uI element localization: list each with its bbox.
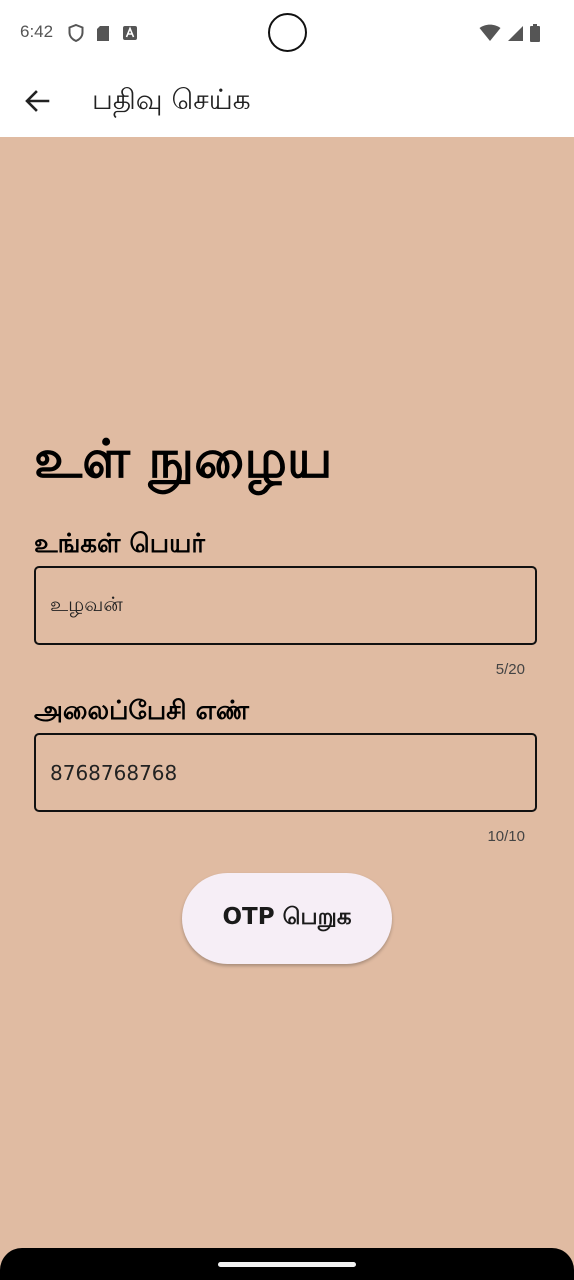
arrow-left-icon — [25, 90, 50, 112]
phone-field[interactable] — [34, 733, 537, 812]
back-button[interactable] — [18, 82, 56, 120]
home-gesture-handle[interactable] — [218, 1262, 356, 1267]
a-badge-icon — [122, 25, 138, 45]
status-time: 6:42 — [20, 22, 54, 41]
phone-label: அலைப்பேசி எண் — [34, 696, 250, 726]
login-heading: உள் நுழைய — [34, 429, 333, 490]
page-title: பதிவு செய்க — [92, 83, 251, 116]
phone-input[interactable] — [50, 735, 520, 810]
name-label: உங்கள் பெயர் — [34, 529, 205, 559]
status-icons-right — [479, 24, 540, 46]
battery-icon — [530, 24, 540, 46]
shield-icon — [68, 23, 84, 46]
sd-card-icon — [96, 25, 110, 46]
wifi-icon — [479, 24, 501, 46]
camera-cutout — [268, 13, 307, 52]
app-bar: பதிவு செய்க — [0, 66, 574, 137]
name-field[interactable] — [34, 566, 537, 645]
phone-char-counter: 10/10 — [487, 828, 525, 845]
signal-icon — [507, 25, 524, 46]
get-otp-button[interactable]: OTP பெறுக — [182, 873, 392, 964]
name-input[interactable] — [50, 568, 520, 643]
name-char-counter: 5/20 — [495, 661, 525, 678]
status-icons-left — [68, 23, 138, 46]
navigation-bar — [0, 1248, 574, 1280]
status-bar: 6:42 — [0, 0, 574, 66]
